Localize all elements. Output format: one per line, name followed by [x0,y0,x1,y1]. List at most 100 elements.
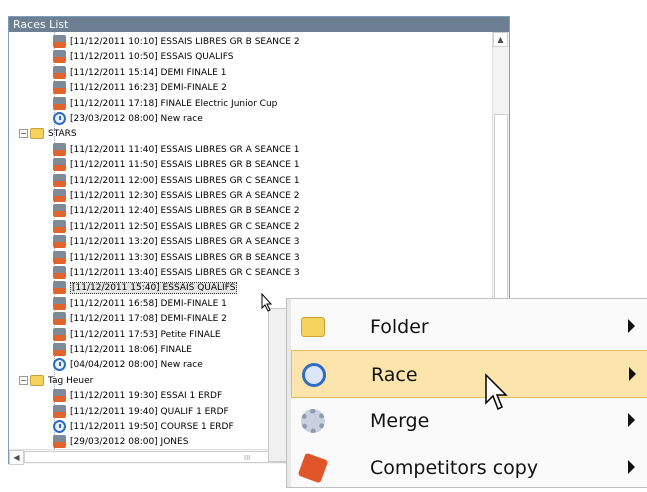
submenu-arrow-icon [629,367,636,381]
tree-node-label: [11/12/2011 16:58] DEMI-FINALE 1 [70,298,227,309]
tree-race-node[interactable]: [11/12/2011 16:23] DEMI-FINALE 2 [53,80,227,96]
stopwatch-icon [53,420,66,433]
tree-race-node[interactable]: [11/12/2011 13:20] ESSAIS LIBRES GR A SE… [53,234,300,250]
tree-race-node[interactable]: [11/12/2011 19:50] COURSE 1 ERDF [53,419,234,435]
mouse-pointer-icon [261,293,273,312]
folder-icon [30,128,44,140]
tree-race-node[interactable]: [11/12/2011 10:50] ESSAIS QUALIFS [53,49,233,65]
tree-node-label: STARS [48,129,77,140]
tree-node-label: [11/12/2011 12:40] ESSAIS LIBRES GR B SE… [70,206,300,217]
scroll-grip: III [244,454,251,462]
race-icon [53,81,66,95]
race-icon [53,404,66,418]
tree-race-node[interactable]: [11/12/2011 11:40] ESSAIS LIBRES GR A SE… [53,142,300,158]
race-icon [53,189,66,202]
menu-item-race[interactable]: Race [291,350,647,398]
stopwatch-icon [302,363,326,387]
tree-node-label: [11/12/2011 12:50] ESSAIS LIBRES GR C SE… [70,221,300,232]
submenu-arrow-icon [628,319,635,333]
race-icon [53,343,66,356]
tree-race-node[interactable]: [11/12/2011 12:50] ESSAIS LIBRES GR C SE… [53,219,300,235]
scroll-up-button[interactable]: ▲ [493,32,508,47]
race-icon [53,235,66,249]
tree-node-label: [11/12/2011 10:10] ESSAIS LIBRES GR B SE… [70,37,300,47]
race-icon [53,158,66,172]
race-icon [53,389,66,403]
race-icon [53,435,66,449]
tree-node-label: [11/12/2011 13:30] ESSAIS LIBRES GR B SE… [70,252,300,263]
tree-race-node[interactable]: [11/12/2011 12:40] ESSAIS LIBRES GR B SE… [53,203,300,219]
menu-item-label: Merge [370,410,430,432]
race-icon [53,142,66,156]
menu-item-competitors-copy[interactable]: Competitors copy [291,444,647,492]
tree-race-node[interactable]: [11/12/2011 10:10] ESSAIS LIBRES GR B SE… [53,34,300,50]
menu-item-folder[interactable]: Folder [291,303,647,351]
tree-node-label: Tag Heuer [48,375,94,386]
tree-node-label: [11/12/2011 16:23] DEMI-FINALE 2 [70,83,227,94]
tree-node-label: [11/12/2011 12:30] ESSAIS LIBRES GR A SE… [70,191,300,201]
tree-node-label: [11/12/2011 19:30] ESSAI 1 ERDF [70,391,223,402]
tree-node-label: [11/12/2011 10:50] ESSAIS QUALIFS [70,52,234,63]
tree-race-node[interactable]: [11/12/2011 12:30] ESSAIS LIBRES GR A SE… [53,188,300,204]
copy-icon [297,452,329,484]
race-icon [53,173,66,187]
tree-node-label: [11/12/2011 19:40] QUALIF 1 ERDF [70,406,229,417]
collapse-toggle-icon[interactable]: − [19,375,28,385]
tree-node-label: [11/12/2011 17:18] FINALE Electric Junio… [70,98,278,109]
submenu-arrow-icon [628,460,635,474]
tree-race-node[interactable]: [11/12/2011 18:06] FINALE [53,342,192,358]
menu-item-label: Competitors copy [370,457,539,479]
tree-node-label: [11/12/2011 13:20] ESSAIS LIBRES GR A SE… [70,237,300,248]
stopwatch-icon [53,112,66,125]
tree-node-label: [04/04/2012 08:00] New race [70,360,203,371]
tree-node-label: [11/12/2011 19:50] COURSE 1 ERDF [70,422,234,432]
tree-race-node[interactable]: [29/03/2012 08:00] JONES [53,434,188,449]
race-icon [53,296,66,310]
context-menu: Folder Race Merge Competitors copy [286,298,647,488]
tree-race-node[interactable]: [11/12/2011 17:08] DEMI-FINALE 2 [53,311,227,327]
tree-race-node[interactable]: [11/12/2011 17:18] FINALE Electric Junio… [53,96,277,112]
tree-race-node[interactable]: [11/12/2011 13:30] ESSAIS LIBRES GR B SE… [53,250,300,266]
menu-item-merge[interactable]: Merge [291,397,647,445]
tree-node-label: [29/03/2012 08:00] JONES [70,437,189,448]
tree-node-label: [11/12/2011 11:50] ESSAIS LIBRES GR B SE… [70,160,300,171]
panel-title: Races List [9,17,509,32]
tree-race-node[interactable]: [11/12/2011 12:00] ESSAIS LIBRES GR C SE… [53,173,300,189]
tree-node-label: [11/12/2011 17:08] DEMI-FINALE 2 [70,314,227,325]
race-icon [53,65,66,79]
tree-race-node[interactable]: [11/12/2011 17:53] Petite FINALE [53,327,221,343]
race-icon [53,35,66,48]
stopwatch-icon [53,358,66,372]
tree-race-node[interactable]: [11/12/2011 15:14] DEMI FINALE 1 [53,65,226,81]
tree-race-node[interactable]: [04/04/2012 08:00] New race [53,357,203,373]
race-icon [53,250,66,264]
tree-race-node[interactable]: [11/12/2011 19:30] ESSAI 1 ERDF [53,388,222,404]
race-icon [53,50,66,64]
tree-folder-node[interactable]: − Tag Heuer [19,373,93,389]
tree-race-node[interactable]: [23/03/2012 08:00] New race [53,111,203,127]
race-icon [53,219,66,233]
mouse-pointer-icon [485,373,508,411]
gear-icon [301,409,325,433]
tree-race-node[interactable]: [11/12/2011 11:50] ESSAIS LIBRES GR B SE… [53,157,300,173]
tree-node-label: [11/12/2011 15:40] ESSAIS QUALIFS [70,282,238,295]
tree-race-node[interactable]: [11/12/2011 19:40] QUALIF 1 ERDF [53,404,229,420]
tree-race-node[interactable]: [11/12/2011 15:40] ESSAIS QUALIFS [53,280,238,296]
folder-icon [301,317,325,337]
tree-node-label: [11/12/2011 18:06] FINALE [70,345,192,355]
race-icon [53,266,66,279]
tree-race-node[interactable]: [11/12/2011 13:40] ESSAIS LIBRES GR C SE… [53,265,300,281]
tree-node-label: [11/12/2011 17:53] Petite FINALE [70,329,221,340]
race-icon [53,96,66,110]
tree-folder-node[interactable]: − STARS [19,126,77,142]
race-icon [53,204,66,218]
race-icon [53,281,66,295]
race-icon [53,327,66,341]
tree-node-label: [11/12/2011 12:00] ESSAIS LIBRES GR C SE… [70,175,300,186]
tree-node-label: [11/12/2011 11:40] ESSAIS LIBRES GR A SE… [70,144,300,155]
scroll-left-button[interactable]: ◀ [9,450,24,465]
tree-race-node[interactable]: [11/12/2011 16:58] DEMI-FINALE 1 [53,296,227,312]
race-icon [53,312,66,326]
tree-node-label: [11/12/2011 15:14] DEMI FINALE 1 [70,67,227,78]
collapse-toggle-icon[interactable]: − [19,129,28,139]
